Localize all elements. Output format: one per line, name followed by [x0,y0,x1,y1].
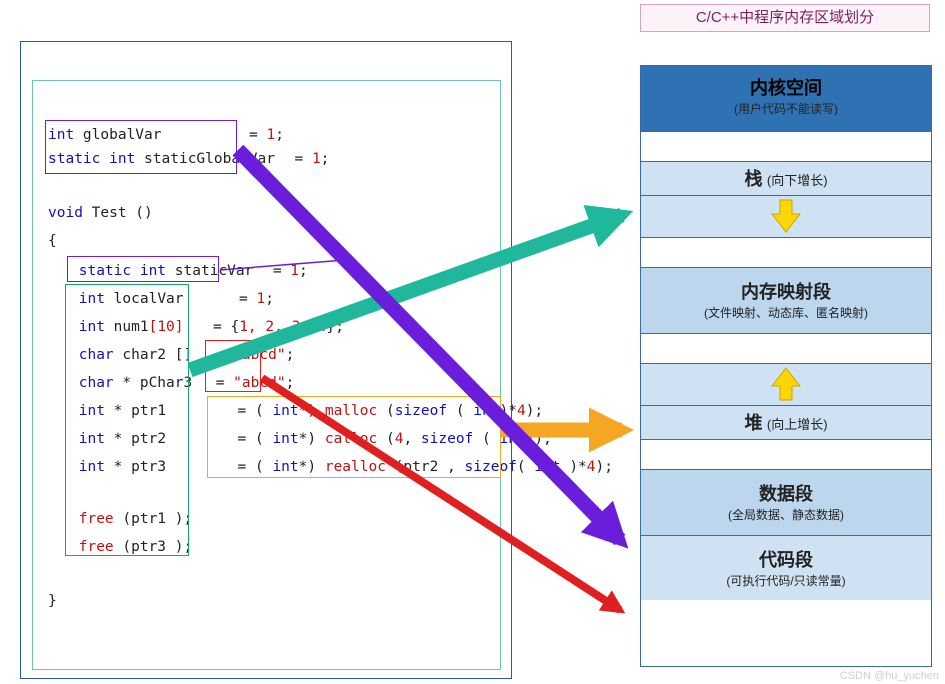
mem-stack-label: 栈 (向下增长) [641,162,931,196]
mem-gap-2 [641,238,931,268]
box-stringlit-red [205,340,261,392]
diagram-title: C/C++中程序内存区域划分 [640,4,930,32]
mem-heap-label: 堆 (向上增长) [641,406,931,440]
arrow-down-icon [766,196,806,236]
box-staticvar-purple [67,256,219,282]
box-locals-green [65,284,189,556]
arrow-up-icon [766,364,806,404]
watermark-text: CSDN @hu_yuchen [840,670,939,682]
diagram-stage: C/C++中程序内存区域划分 int globalVar = 1; static… [0,0,945,684]
box-malloc-orange [207,396,501,478]
mem-gap-1 [641,132,931,162]
mem-gap-3 [641,334,931,364]
box-globals-purple [45,120,237,174]
code-line-4: { [48,232,498,250]
mem-mmap: 内存映射段 (文件映射、动态库、匿名映射) [641,268,931,334]
mem-heap-arrow-row [641,364,931,406]
memory-layout-column: 内核空间 (用户代码不能读写) 栈 (向下增长) 内存映射段 (文件映射、动态库… [640,65,932,667]
mem-stack-arrow-row [641,196,931,238]
mem-text: 代码段 (可执行代码/只读常量) [641,536,931,600]
code-line-3: void Test () [48,204,498,222]
mem-data: 数据段 (全局数据、静态数据) [641,470,931,536]
code-line-15: } [48,592,498,610]
mem-kernel: 内核空间 (用户代码不能读写) [641,66,931,132]
mem-gap-4 [641,440,931,470]
